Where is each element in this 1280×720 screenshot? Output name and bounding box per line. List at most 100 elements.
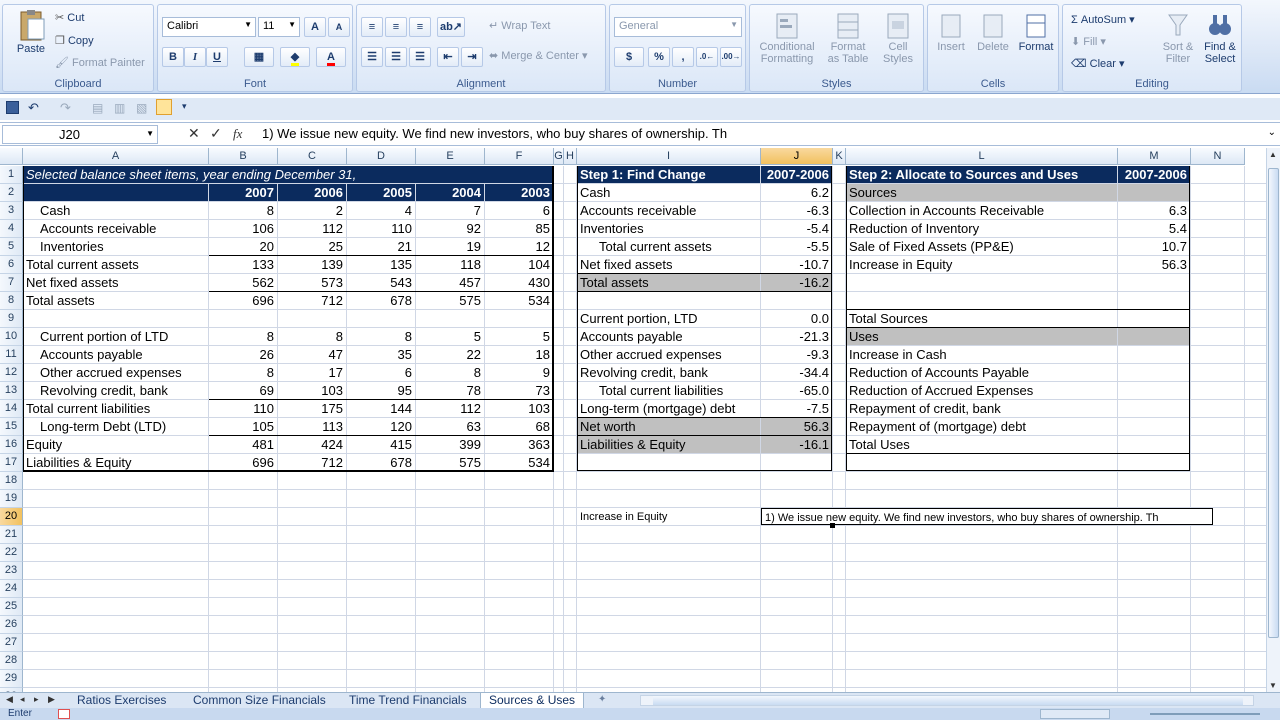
formula-input[interactable]: 1) We issue new equity. We find new inve… bbox=[262, 126, 727, 141]
row-header-12[interactable]: 12 bbox=[0, 364, 23, 382]
column-header-f[interactable]: F bbox=[485, 148, 554, 165]
currency-button[interactable]: $ bbox=[614, 47, 644, 67]
sheet-tab-time-trend[interactable]: Time Trend Financials bbox=[349, 693, 467, 709]
row-header-2[interactable]: 2 bbox=[0, 184, 23, 202]
format-cells-button[interactable]: Format bbox=[1016, 11, 1056, 53]
expand-formula-bar-icon[interactable]: ⌄ bbox=[1268, 127, 1276, 138]
select-all-corner[interactable] bbox=[0, 148, 23, 165]
merge-center-button[interactable]: ⬌ Merge & Center ▾ bbox=[489, 49, 588, 62]
row-header-29[interactable]: 29 bbox=[0, 670, 23, 688]
delete-button[interactable]: Delete bbox=[974, 11, 1012, 53]
wrap-text-button[interactable]: ↵ Wrap Text bbox=[489, 19, 550, 32]
row-header-17[interactable]: 17 bbox=[0, 454, 23, 472]
increase-indent-button[interactable]: ⇥ bbox=[461, 47, 483, 67]
align-left-button[interactable]: ☰ bbox=[361, 47, 383, 67]
undo-icon[interactable]: ↶ bbox=[28, 100, 39, 116]
align-top-button[interactable]: ≡ bbox=[361, 17, 383, 37]
row-header-26[interactable]: 26 bbox=[0, 616, 23, 634]
row-header-9[interactable]: 9 bbox=[0, 310, 23, 328]
open-icon[interactable]: ▧ bbox=[136, 101, 147, 115]
shrink-font-button[interactable]: A bbox=[328, 17, 350, 37]
form-icon[interactable] bbox=[156, 99, 172, 115]
paste-button[interactable]: Paste bbox=[11, 9, 51, 73]
row-header-19[interactable]: 19 bbox=[0, 490, 23, 508]
row-header-15[interactable]: 15 bbox=[0, 418, 23, 436]
column-header-a[interactable]: A bbox=[23, 148, 209, 165]
save-icon[interactable] bbox=[6, 101, 19, 114]
decrease-indent-button[interactable]: ⇤ bbox=[437, 47, 459, 67]
decrease-decimal-button[interactable]: .00→ bbox=[720, 47, 742, 67]
print-preview-icon[interactable]: ▤ bbox=[92, 101, 103, 115]
row-header-25[interactable]: 25 bbox=[0, 598, 23, 616]
format-painter-button[interactable]: 🖌 Format Painter bbox=[55, 56, 145, 69]
next-sheet-icon[interactable]: ▸ bbox=[34, 694, 39, 705]
increase-decimal-button[interactable]: .0← bbox=[696, 47, 718, 67]
zoom-slider[interactable] bbox=[1150, 713, 1260, 715]
row-header-8[interactable]: 8 bbox=[0, 292, 23, 310]
row-header-5[interactable]: 5 bbox=[0, 238, 23, 256]
column-header-i[interactable]: I bbox=[577, 148, 761, 165]
row-header-21[interactable]: 21 bbox=[0, 526, 23, 544]
row-header-24[interactable]: 24 bbox=[0, 580, 23, 598]
align-center-button[interactable]: ☰ bbox=[385, 47, 407, 67]
sheet-tab-sources-uses[interactable]: Sources & Uses bbox=[480, 693, 585, 709]
copy-button[interactable]: ❐ Copy bbox=[55, 34, 94, 47]
vertical-scrollbar[interactable]: ▲ ▼ bbox=[1266, 148, 1280, 692]
scroll-down-icon[interactable]: ▼ bbox=[1269, 681, 1277, 690]
clear-button[interactable]: ⌫ Clear ▾ bbox=[1071, 57, 1125, 70]
column-header-c[interactable]: C bbox=[278, 148, 347, 165]
last-sheet-icon[interactable]: ▶ bbox=[48, 694, 55, 705]
column-header-b[interactable]: B bbox=[209, 148, 278, 165]
active-cell-editor[interactable]: 1) We issue new equity. We find new inve… bbox=[761, 508, 1213, 525]
scroll-thumb[interactable] bbox=[1268, 168, 1279, 638]
align-middle-button[interactable]: ≡ bbox=[385, 17, 407, 37]
align-bottom-button[interactable]: ≡ bbox=[409, 17, 431, 37]
cancel-entry-icon[interactable]: ✕ bbox=[188, 125, 200, 142]
first-sheet-icon[interactable]: ◀ bbox=[6, 694, 13, 705]
sheet-tab-common-size[interactable]: Common Size Financials bbox=[193, 693, 326, 709]
quick-print-icon[interactable]: ▥ bbox=[114, 101, 125, 115]
comma-button[interactable]: , bbox=[672, 47, 694, 67]
underline-button[interactable]: U bbox=[206, 47, 228, 67]
find-select-button[interactable]: Find & Select bbox=[1199, 11, 1241, 65]
column-header-m[interactable]: M bbox=[1118, 148, 1191, 165]
insert-sheet-icon[interactable]: ✦ bbox=[598, 694, 606, 705]
customize-qat-icon[interactable]: ▾ bbox=[182, 101, 187, 112]
row-header-16[interactable]: 16 bbox=[0, 436, 23, 454]
name-box[interactable]: J20 ▼ bbox=[2, 125, 158, 144]
column-header-g[interactable]: G bbox=[554, 148, 564, 165]
font-name-combo[interactable]: Calibri ▼ bbox=[162, 17, 256, 37]
number-format-combo[interactable]: General ▼ bbox=[614, 17, 742, 37]
insert-function-icon[interactable]: fx bbox=[233, 126, 242, 142]
worksheet-grid[interactable]: A B C D E F G H I J K L M N 1 2 3 4 5 6 7 8 9 10 11 12 13 14 15 16 17 1… bbox=[0, 148, 1266, 692]
cell-styles-button[interactable]: Cell Styles bbox=[876, 11, 920, 65]
prev-sheet-icon[interactable]: ◂ bbox=[20, 694, 25, 705]
row-header-27[interactable]: 27 bbox=[0, 634, 23, 652]
row-header-3[interactable]: 3 bbox=[0, 202, 23, 220]
row-header-4[interactable]: 4 bbox=[0, 220, 23, 238]
horizontal-scrollbar[interactable] bbox=[640, 695, 1254, 706]
cut-button[interactable]: ✂ Cut bbox=[55, 11, 84, 24]
grow-font-button[interactable]: A bbox=[304, 17, 326, 37]
column-header-e[interactable]: E bbox=[416, 148, 485, 165]
row-header-13[interactable]: 13 bbox=[0, 382, 23, 400]
row-header-1[interactable]: 1 bbox=[0, 166, 23, 184]
insert-button[interactable]: Insert bbox=[932, 11, 970, 53]
italic-button[interactable]: I bbox=[184, 47, 206, 67]
column-header-h[interactable]: H bbox=[564, 148, 577, 165]
row-header-28[interactable]: 28 bbox=[0, 652, 23, 670]
autosum-button[interactable]: Σ AutoSum ▾ bbox=[1071, 13, 1135, 26]
sort-filter-button[interactable]: Sort & Filter bbox=[1159, 11, 1197, 65]
h-scroll-thumb[interactable] bbox=[653, 696, 1243, 705]
row-header-23[interactable]: 23 bbox=[0, 562, 23, 580]
format-as-table-button[interactable]: Format as Table bbox=[822, 11, 874, 65]
row-header-11[interactable]: 11 bbox=[0, 346, 23, 364]
borders-button[interactable]: ▦ bbox=[244, 47, 274, 67]
font-color-button[interactable]: A bbox=[316, 47, 346, 67]
row-header-10[interactable]: 10 bbox=[0, 328, 23, 346]
conditional-formatting-button[interactable]: Conditional Formatting bbox=[756, 11, 818, 65]
column-header-d[interactable]: D bbox=[347, 148, 416, 165]
orientation-button[interactable]: ab↗ bbox=[437, 17, 465, 37]
row-header-6[interactable]: 6 bbox=[0, 256, 23, 274]
row-header-7[interactable]: 7 bbox=[0, 274, 23, 292]
